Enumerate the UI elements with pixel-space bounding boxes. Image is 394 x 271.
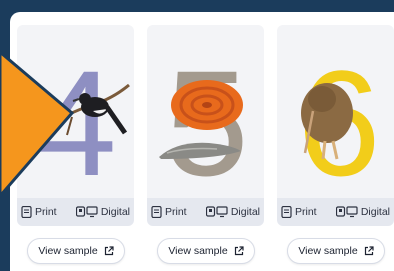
arrow-left-icon xyxy=(0,50,75,199)
format-print-label: Print xyxy=(295,206,317,218)
format-print: Print xyxy=(281,206,317,218)
view-sample-label: View sample xyxy=(168,245,228,257)
format-digital-label: Digital xyxy=(230,206,260,218)
format-digital: Digital xyxy=(75,206,130,218)
product-card-5[interactable]: 5 Print Digital View sample xyxy=(147,25,264,270)
tablet-desktop-icon xyxy=(335,206,358,218)
format-digital: Digital xyxy=(335,206,390,218)
format-digital-label: Digital xyxy=(100,206,130,218)
document-icon xyxy=(21,206,32,218)
view-sample-label: View sample xyxy=(38,245,98,257)
format-options: Print Digital xyxy=(17,198,134,226)
view-sample-button[interactable]: View sample xyxy=(287,238,385,264)
format-print-label: Print xyxy=(35,206,57,218)
product-card-6[interactable]: 6 Print Digital View sample xyxy=(277,25,394,270)
document-icon xyxy=(151,206,162,218)
format-options: Print Digital xyxy=(277,198,394,226)
external-link-icon xyxy=(104,246,114,256)
view-sample-button[interactable]: View sample xyxy=(27,238,125,264)
format-print: Print xyxy=(151,206,187,218)
tablet-desktop-icon xyxy=(75,206,98,218)
format-print: Print xyxy=(21,206,57,218)
tablet-desktop-icon xyxy=(205,206,228,218)
view-sample-button[interactable]: View sample xyxy=(157,238,255,264)
format-digital-label: Digital xyxy=(360,206,390,218)
view-sample-label: View sample xyxy=(298,245,358,257)
card-image: 5 xyxy=(147,25,264,198)
external-link-icon xyxy=(234,246,244,256)
external-link-icon xyxy=(364,246,374,256)
document-icon xyxy=(281,206,292,218)
format-options: Print Digital xyxy=(147,198,264,226)
format-digital: Digital xyxy=(205,206,260,218)
format-print-label: Print xyxy=(165,206,187,218)
card-image: 6 xyxy=(277,25,394,198)
